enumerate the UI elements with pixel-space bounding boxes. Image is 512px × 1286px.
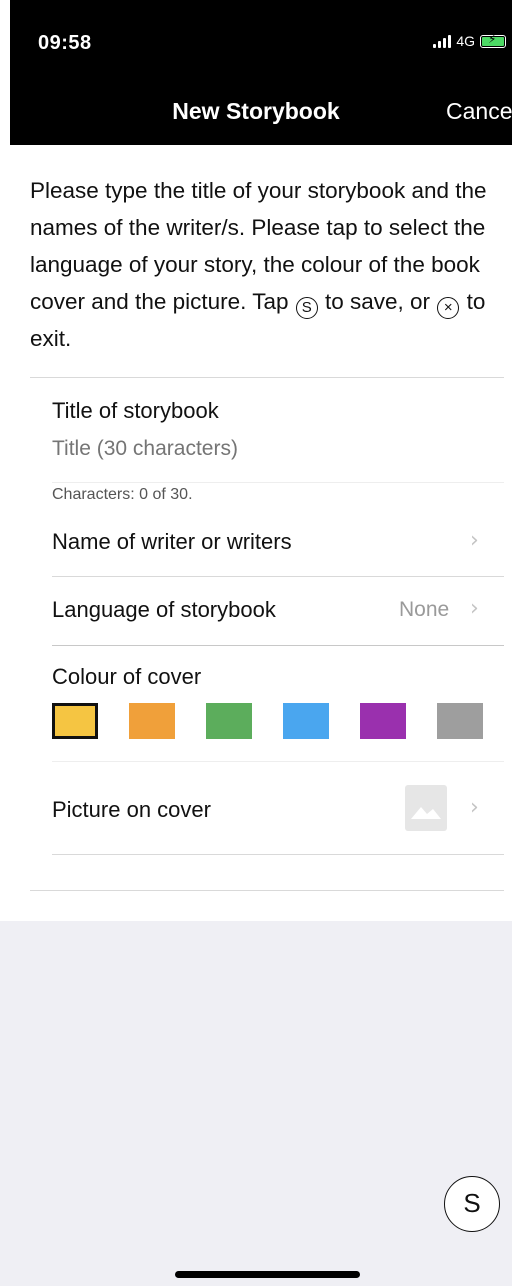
cancel-button[interactable]: Cancel bbox=[446, 98, 512, 125]
signal-icon bbox=[433, 34, 452, 48]
save-button[interactable]: S bbox=[444, 1176, 500, 1232]
new-storybook-screen: 09:58 4G ⚡ New Storybook Cancel Please t… bbox=[0, 0, 512, 1286]
divider bbox=[52, 645, 504, 646]
colour-swatch-yellow[interactable] bbox=[52, 703, 98, 739]
colour-swatch-green[interactable] bbox=[206, 703, 252, 739]
chevron-right-icon: › bbox=[470, 795, 479, 820]
save-symbol-icon: S bbox=[295, 297, 318, 319]
colour-swatch-blue[interactable] bbox=[283, 703, 329, 739]
chevron-right-icon: › bbox=[470, 596, 479, 621]
divider bbox=[30, 377, 504, 378]
status-time: 09:58 bbox=[38, 32, 92, 54]
divider bbox=[52, 576, 504, 577]
colour-swatch-orange[interactable] bbox=[129, 703, 175, 739]
title-input[interactable] bbox=[52, 437, 472, 461]
exit-symbol-icon: × bbox=[437, 297, 460, 319]
instructions-text: Please type the title of your storybook … bbox=[30, 172, 500, 357]
colour-label: Colour of cover bbox=[52, 664, 202, 689]
status-indicators: 4G ⚡ bbox=[433, 32, 506, 49]
battery-icon: ⚡ bbox=[480, 32, 506, 48]
colour-swatch-purple[interactable] bbox=[360, 703, 406, 739]
character-count: Characters: 0 of 30. bbox=[52, 486, 193, 503]
colour-swatch-grey[interactable] bbox=[437, 703, 483, 739]
chevron-right-icon: › bbox=[470, 528, 479, 553]
instructions-part-2: to save, or bbox=[318, 289, 437, 314]
writer-label: Name of writer or writers bbox=[52, 529, 292, 554]
writer-row[interactable]: Name of writer or writers › bbox=[30, 512, 504, 576]
divider bbox=[30, 890, 504, 891]
divider bbox=[52, 854, 504, 855]
picture-label: Picture on cover bbox=[52, 797, 211, 822]
home-indicator bbox=[175, 1271, 360, 1278]
language-value: None bbox=[399, 598, 450, 621]
image-placeholder-icon[interactable] bbox=[405, 785, 447, 831]
divider bbox=[52, 482, 504, 483]
title-label: Title of storybook bbox=[52, 398, 219, 423]
page-title: New Storybook bbox=[172, 98, 340, 124]
empty-area bbox=[0, 921, 512, 1286]
language-label: Language of storybook bbox=[52, 597, 276, 622]
language-row[interactable]: Language of storybook None › bbox=[30, 578, 504, 644]
network-label: 4G bbox=[456, 33, 475, 49]
